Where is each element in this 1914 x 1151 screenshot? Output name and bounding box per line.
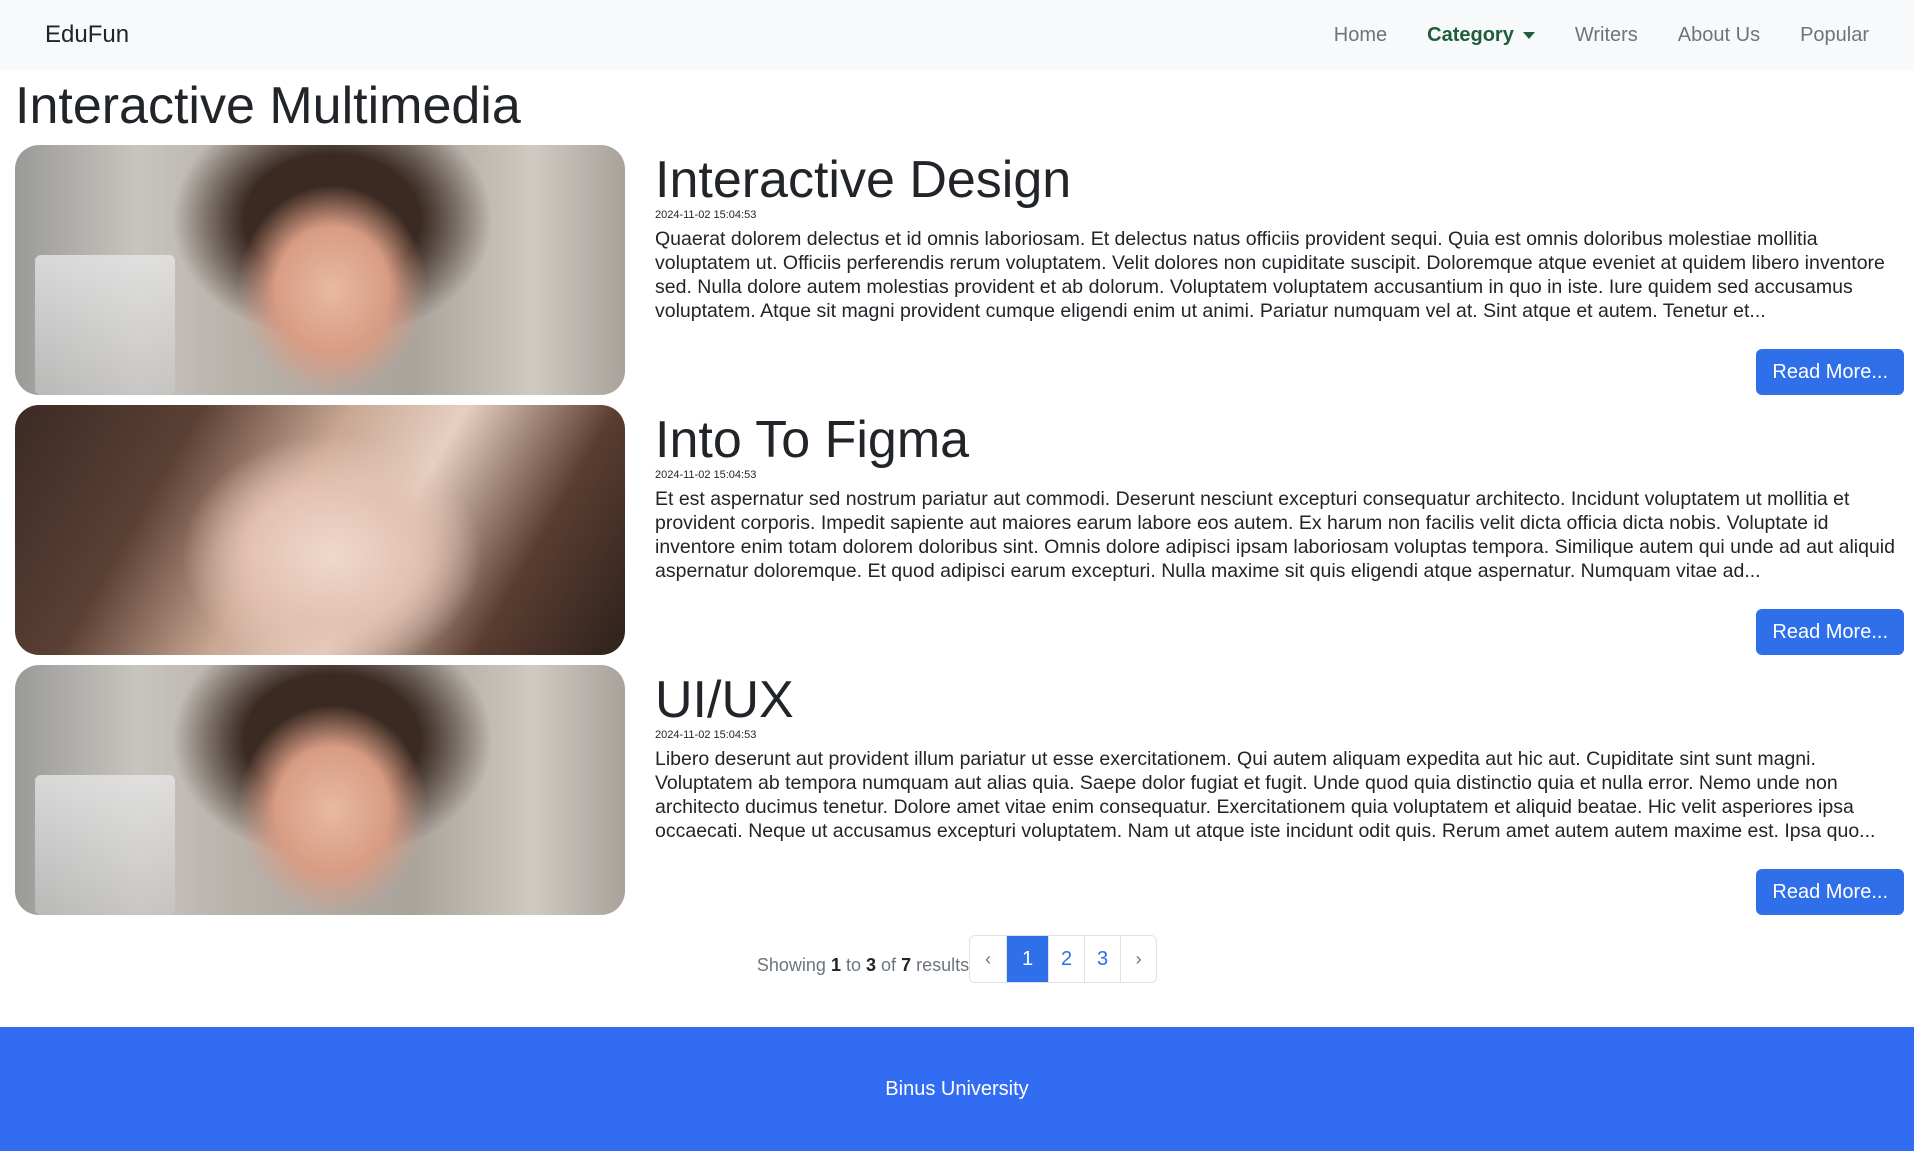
nav-about-us[interactable]: About Us — [1678, 24, 1760, 47]
article-date: 2024-11-02 15:04:53 — [655, 469, 757, 482]
pagination: ‹ 1 2 3 › — [969, 935, 1158, 983]
caret-down-icon — [1522, 31, 1535, 39]
read-more-button[interactable]: Read More... — [1756, 869, 1904, 915]
nav-home[interactable]: Home — [1334, 24, 1387, 47]
results-label: results — [916, 954, 970, 975]
page-3-button[interactable]: 3 — [1084, 936, 1121, 982]
article-title[interactable]: Into To Figma — [655, 409, 1904, 471]
article-excerpt: Et est aspernatur sed nostrum pariatur a… — [655, 488, 1895, 583]
nav-writers[interactable]: Writers — [1575, 24, 1638, 47]
footer: Binus University — [0, 1027, 1914, 1151]
results-total: 7 — [901, 954, 912, 975]
navbar: EduFun Home Category Writers About Us Po… — [0, 0, 1914, 70]
results-to-label: to — [845, 954, 861, 975]
article-card: UI/UX 2024-11-02 15:04:53 Libero deserun… — [15, 665, 1904, 915]
page-2-button[interactable]: 2 — [1048, 936, 1085, 982]
article-card: Interactive Design 2024-11-02 15:04:53 Q… — [15, 145, 1904, 395]
article-content: Interactive Design 2024-11-02 15:04:53 Q… — [625, 145, 1904, 395]
results-summary: Showing 1 to 3 of 7 results — [757, 943, 969, 976]
nav-popular[interactable]: Popular — [1800, 24, 1869, 47]
article-date: 2024-11-02 15:04:53 — [655, 209, 757, 222]
page-title: Interactive Multimedia — [15, 77, 521, 135]
page-1-button[interactable]: 1 — [1006, 936, 1049, 982]
article-title[interactable]: Interactive Design — [655, 149, 1904, 211]
footer-text: Binus University — [885, 1077, 1029, 1100]
article-thumbnail[interactable] — [15, 145, 625, 395]
article-content: Into To Figma 2024-11-02 15:04:53 Et est… — [625, 405, 1904, 655]
article-list: Interactive Design 2024-11-02 15:04:53 Q… — [0, 145, 1914, 915]
article-excerpt: Quaerat dolorem delectus et id omnis lab… — [655, 228, 1885, 323]
article-thumbnail[interactable] — [15, 665, 625, 915]
brand-logo[interactable]: EduFun — [45, 21, 129, 49]
article-card: Into To Figma 2024-11-02 15:04:53 Et est… — [15, 405, 1904, 655]
nav-category-dropdown[interactable]: Category — [1427, 24, 1535, 47]
prev-page-button[interactable]: ‹ — [970, 936, 1007, 982]
results-of-label: of — [881, 954, 897, 975]
results-from: 1 — [830, 954, 841, 975]
results-to: 3 — [866, 954, 877, 975]
results-showing-label: Showing — [756, 954, 826, 975]
read-more-button[interactable]: Read More... — [1756, 349, 1904, 395]
pagination-row: Showing 1 to 3 of 7 results ‹ 1 2 3 › — [0, 935, 1914, 983]
article-thumbnail[interactable] — [15, 405, 625, 655]
article-excerpt: Libero deserunt aut provident illum pari… — [655, 748, 1876, 843]
article-content: UI/UX 2024-11-02 15:04:53 Libero deserun… — [625, 665, 1904, 915]
nav-links: Home Category Writers About Us Popular — [1334, 24, 1869, 47]
read-more-button[interactable]: Read More... — [1756, 609, 1904, 655]
next-page-button[interactable]: › — [1120, 936, 1157, 982]
article-date: 2024-11-02 15:04:53 — [655, 729, 757, 742]
nav-category-label: Category — [1427, 23, 1514, 46]
article-title[interactable]: UI/UX — [655, 669, 1904, 731]
